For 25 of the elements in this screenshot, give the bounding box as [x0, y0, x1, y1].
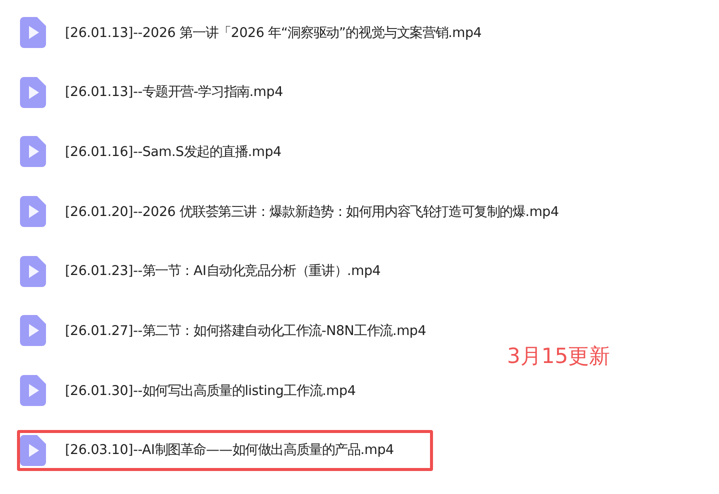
file-item[interactable]: [26.01.20]--2026 优联荟第三讲：爆款新趋势：如何用内容飞轮打造可复制的爆.mp4: [17, 193, 562, 230]
file-item[interactable]: [26.01.30]--如何写出高质量的listing工作流.mp4: [17, 372, 359, 410]
annotation-text: 3月15更新: [507, 343, 610, 370]
file-item[interactable]: [26.01.23]--第一节：AI自动化竞品分析（重讲）.mp4: [17, 252, 384, 290]
file-name: [26.03.10]--AI制图革命——如何做出高质量的产品.mp4: [65, 442, 394, 460]
file-name: [26.01.30]--如何写出高质量的listing工作流.mp4: [65, 382, 356, 400]
video-file-icon: [20, 17, 46, 48]
video-file-icon: [20, 375, 46, 406]
video-file-icon: [20, 136, 46, 168]
video-file-icon: [20, 434, 46, 466]
file-name: [26.01.20]--2026 优联荟第三讲：爆款新趋势：如何用内容飞轮打造可复制的爆.mp4: [65, 204, 559, 221]
video-file-icon: [20, 196, 46, 228]
video-file-icon: [20, 315, 46, 346]
highlighted-file-item[interactable]: [26.03.10]--AI制图革命——如何做出高质量的产品.mp4: [17, 430, 433, 471]
file-item[interactable]: [26.01.13]--2026 第一讲「2026 年“洞察驱动”的视觉与文案营销.mp4: [17, 14, 485, 51]
video-file-icon: [20, 76, 46, 108]
file-name: [26.01.27]--第二节：如何搭建自动化工作流-N8N工作流.mp4: [65, 322, 426, 340]
file-name: [26.01.13]--2026 第一讲「2026 年“洞察驱动”的视觉与文案营销.mp4: [65, 24, 482, 42]
file-item[interactable]: [26.01.27]--第二节：如何搭建自动化工作流-N8N工作流.mp4: [17, 312, 430, 350]
file-name: [26.01.13]--专题开营-学习指南.mp4: [65, 84, 283, 102]
file-item[interactable]: [26.01.13]--专题开营-学习指南.mp4: [17, 74, 286, 111]
file-name: [26.01.23]--第一节：AI自动化竞品分析（重讲）.mp4: [65, 262, 381, 280]
file-name: [26.01.16]--Sam.S发起的直播.mp4: [65, 144, 282, 161]
file-item[interactable]: [26.01.16]--Sam.S发起的直播.mp4: [17, 133, 284, 170]
video-file-icon: [20, 256, 46, 287]
